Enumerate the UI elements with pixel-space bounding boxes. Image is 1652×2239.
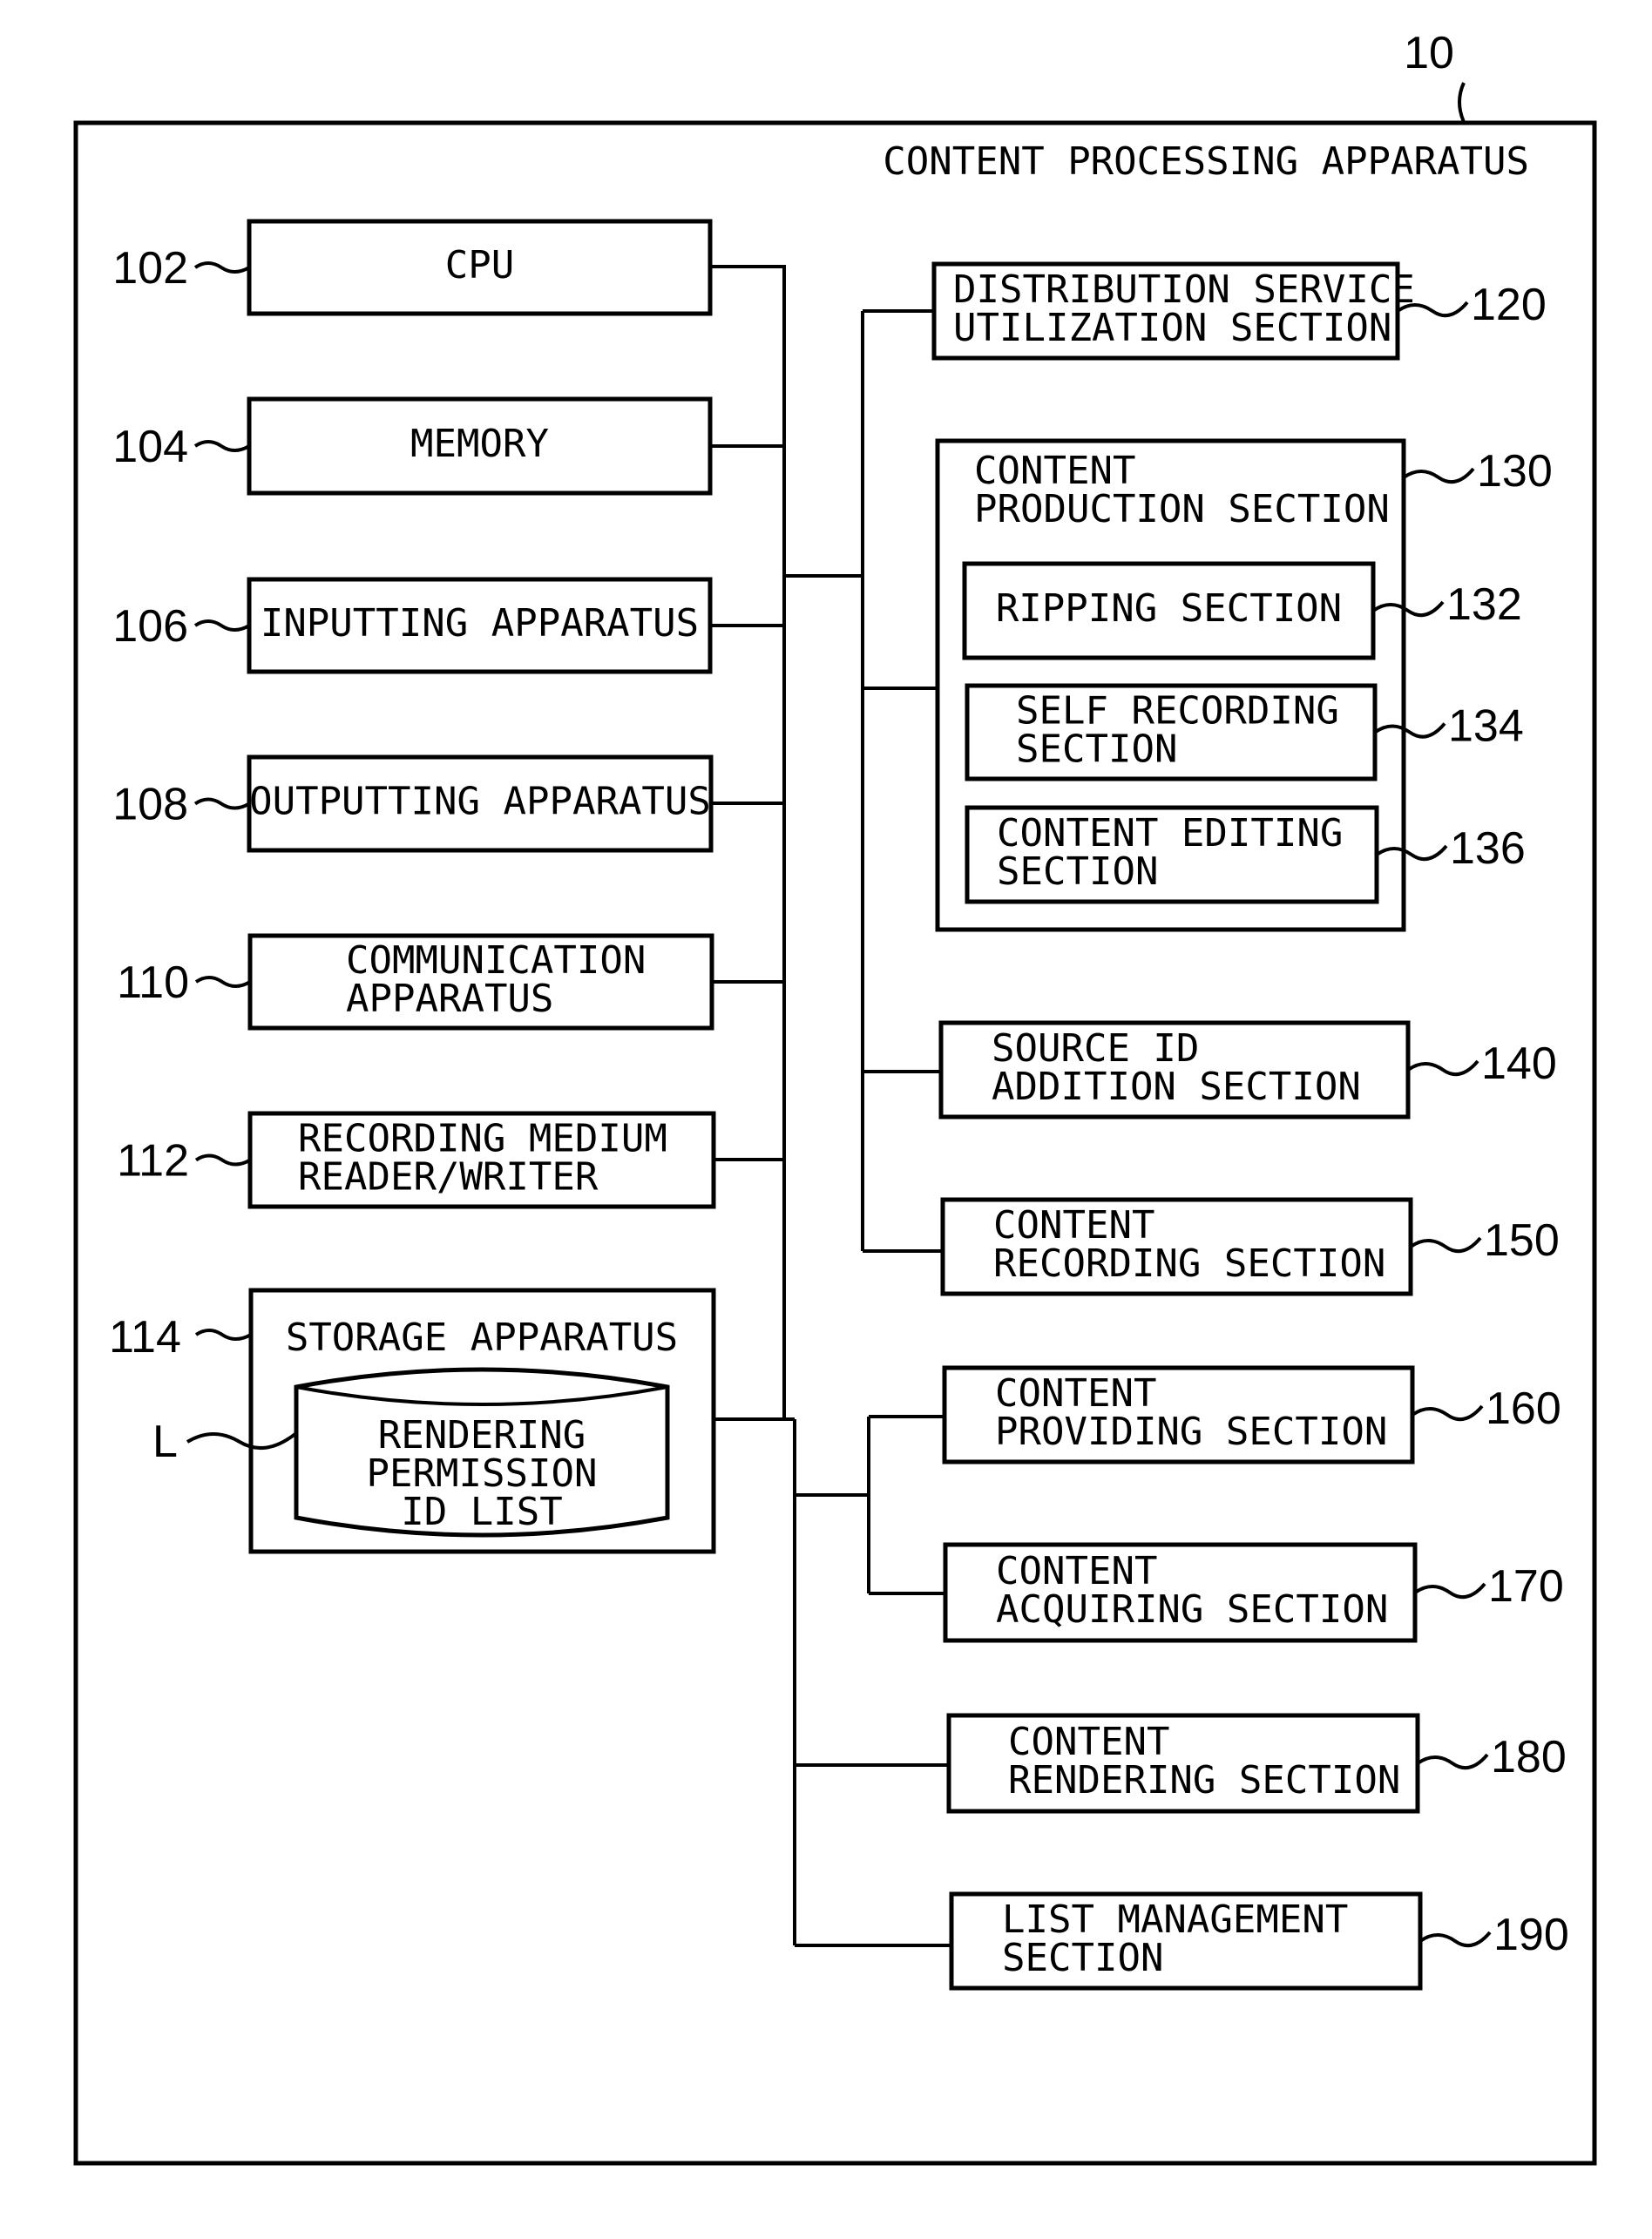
left-block-108-label-line-1: OUTPUTTING APPARATUS [249,780,711,824]
sub-block-132-ref-label: 132 [1446,579,1522,630]
left-block-104-ref-label: 104 [112,422,188,472]
right-block-180-ref-label: 180 [1491,1732,1567,1782]
right-block-170-label-line-2: ACQUIRING SECTION [996,1587,1388,1632]
db-ref-label: L [152,1417,178,1467]
right-block-140-ref-label: 140 [1481,1038,1557,1089]
right-block-150-ref-label: 150 [1484,1215,1560,1266]
right-block-180-label-line-2: RENDERING SECTION [1008,1758,1400,1803]
sub-block-136-ref-label: 136 [1450,823,1526,874]
figure-ref-leader [1458,82,1466,123]
right-block-130-ref-label: 130 [1477,446,1553,497]
right-block-170-ref-label: 170 [1488,1561,1564,1612]
db-label-line-3: ID LIST [401,1490,562,1534]
left-block-106-label-line-1: INPUTTING APPARATUS [261,601,699,646]
left-block-110-ref-label: 110 [117,957,189,1008]
left-block-112-ref-label: 112 [117,1136,189,1187]
right-block-120-label-line-2: UTILIZATION SECTION [953,306,1391,350]
apparatus-title: CONTENT PROCESSING APPARATUS [883,139,1529,184]
left-block-106-ref-label: 106 [112,601,188,652]
storage-ref-label: 114 [109,1312,181,1363]
right-block-130-label-line-2: PRODUCTION SECTION [974,487,1390,531]
left-block-102-label-line-1: CPU [445,243,514,287]
right-block-160-ref-label: 160 [1486,1383,1561,1434]
block-diagram: 10 CONTENT PROCESSING APPARATUS CPU 102 ME… [73,28,1597,2166]
left-block-110-label-line-2: APPARATUS [346,977,553,1021]
right-block-150-label-line-2: RECORDING SECTION [993,1241,1385,1286]
figure-ref-label: 10 [1404,28,1454,78]
sub-block-136-label-line-2: SECTION [997,849,1158,894]
right-block-140-label-line-2: ADDITION SECTION [992,1065,1361,1109]
storage-apparatus-title: STORAGE APPARATUS [286,1316,678,1360]
sub-block-134-label-line-2: SECTION [1016,727,1177,772]
left-block-112-label-line-2: READER/WRITER [298,1155,599,1200]
left-block-102-ref-label: 102 [112,243,188,294]
right-block-190-label-line-2: SECTION [1002,1936,1163,1980]
right-block-190-ref-label: 190 [1493,1910,1569,1960]
sub-block-132-label-line-1: RIPPING SECTION [996,586,1342,631]
sub-block-134-ref-label: 134 [1448,701,1524,752]
left-block-108-ref-label: 108 [112,780,188,830]
right-block-160-label-line-2: PROVIDING SECTION [995,1410,1387,1454]
right-block-120-ref-label: 120 [1471,280,1547,330]
left-block-104-label-line-1: MEMORY [410,422,549,466]
